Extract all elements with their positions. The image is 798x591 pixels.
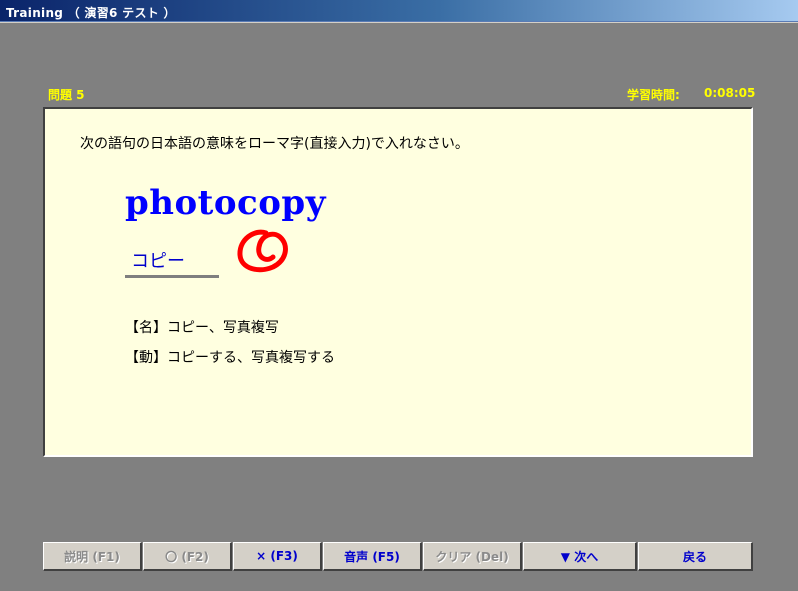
instruction-text: 次の語句の日本語の意味をローマ字(直接入力)で入れなさい。	[80, 136, 469, 152]
correct-button[interactable]: 〇 (F2)	[143, 542, 232, 571]
title-divider	[0, 22, 798, 23]
wrong-button[interactable]: × (F3)	[233, 542, 322, 571]
explanation-button[interactable]: 説明 (F1)	[43, 542, 142, 571]
question-panel: 次の語句の日本語の意味をローマ字(直接入力)で入れなさい。 photocopy …	[43, 107, 753, 457]
clear-button[interactable]: クリア (Del)	[423, 542, 522, 571]
meaning-noun: 【名】コピー、写真複写	[125, 320, 279, 336]
answer-underline	[125, 275, 219, 278]
title-bar[interactable]: Training （ 演習6 テスト ）	[0, 0, 798, 22]
question-word: photocopy	[125, 183, 326, 223]
back-button[interactable]: 戻る	[638, 542, 753, 571]
study-time-label: 学習時間:	[627, 88, 680, 102]
correct-circle-icon	[237, 229, 288, 273]
answer-text: コピー	[131, 251, 185, 272]
window-title: Training （ 演習6 テスト ）	[6, 6, 176, 20]
question-number: 問題 5	[48, 88, 85, 102]
study-time-value: 0:08:05	[704, 86, 756, 100]
next-button[interactable]: ▼ 次へ	[523, 542, 637, 571]
meaning-verb: 【動】コピーする、写真複写する	[125, 350, 335, 366]
audio-button[interactable]: 音声 (F5)	[323, 542, 422, 571]
